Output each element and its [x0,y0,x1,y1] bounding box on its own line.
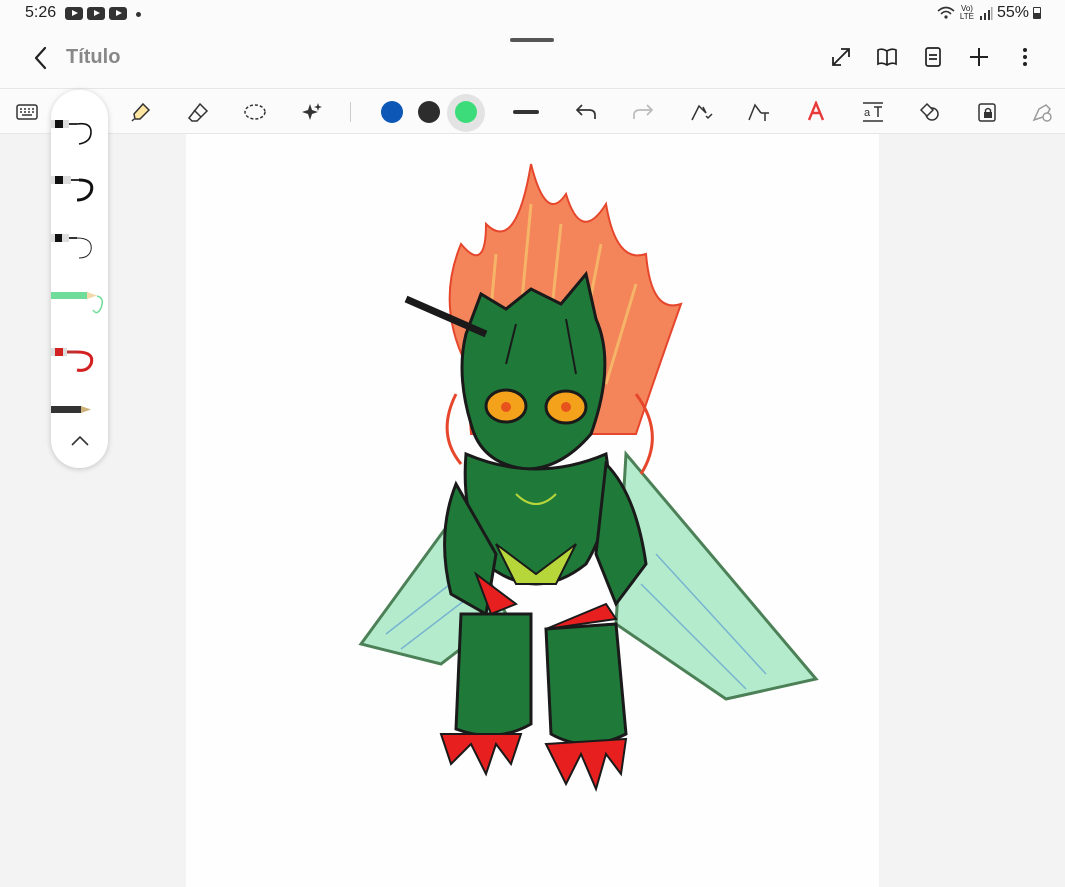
chevron-up-icon [71,436,89,446]
plus-icon [970,48,988,66]
more-vert-icon [1023,48,1027,66]
lasso-button[interactable] [238,95,272,129]
pen-pencil[interactable] [51,284,108,324]
fineliner-icon [51,234,92,259]
youtube-icon [65,7,83,20]
keyboard-icon [16,104,38,120]
brush-pen-icon [51,176,94,202]
color-swatch-green[interactable] [455,101,477,123]
youtube-icon [87,7,105,20]
wing-right [614,450,819,701]
pen-fountain[interactable] [51,114,108,154]
youtube-icon [109,7,127,20]
redo-button[interactable] [626,95,660,129]
pen-fineliner[interactable] [51,228,108,268]
more-button[interactable] [1009,40,1041,74]
highlighter-icon [131,102,151,122]
shape-assist-button[interactable] [685,95,719,129]
drag-handle[interactable] [510,38,554,42]
signal-icon [979,6,993,20]
book-view-icon [877,48,897,66]
text-box-button[interactable]: a [856,95,890,129]
header-actions [825,40,1041,74]
lock-icon [978,103,996,122]
back-button[interactable] [26,42,54,74]
shapes-icon [919,102,939,121]
text-color-button[interactable] [799,95,833,129]
color-swatch-blue[interactable] [381,101,403,123]
leg-right [544,622,628,792]
battery-percent: 55% [996,4,1029,21]
pen-marker[interactable] [51,342,108,382]
notification-dot-icon [136,12,141,17]
add-button[interactable] [963,40,995,74]
status-bar: 5:26 Vo) LTE 55% [0,0,1065,28]
wifi-icon [937,6,955,19]
note-title[interactable]: Título [66,46,120,69]
shape-assist-icon [691,104,713,121]
svg-text:a: a [864,107,871,119]
book-view-button[interactable] [871,40,903,74]
ai-assist-button[interactable] [295,95,329,129]
page-button[interactable] [917,40,949,74]
status-time: 5:26 [25,4,57,21]
stroke-width-button[interactable] [509,95,543,129]
pen-brush[interactable] [51,170,108,210]
stroke-width-icon [513,110,539,114]
shapes-button[interactable] [913,95,947,129]
app-header: Título [0,28,1065,88]
undo-button[interactable] [569,95,603,129]
marker-icon [51,348,94,372]
eraser-button[interactable] [181,95,215,129]
canvas-page[interactable] [186,134,879,887]
redo-icon [633,104,654,119]
toolbar-separator [350,102,351,122]
keyboard-button[interactable] [10,95,44,129]
highlighter-button[interactable] [124,95,158,129]
color-swatch-black[interactable] [418,101,440,123]
text-shape-button[interactable] [742,95,776,129]
battery-icon [1033,7,1041,19]
fountain-pen-icon [51,120,92,145]
text-shape-icon [748,103,769,121]
status-right: Vo) LTE 55% [937,4,1041,22]
network-label: Vo) LTE [959,4,974,21]
pen-settings-icon [1032,104,1052,122]
lasso-icon [244,104,266,120]
back-arrow-icon [34,46,47,70]
expand-button[interactable] [825,40,857,74]
collapse-pen-panel-button[interactable] [65,428,95,454]
text-box-icon: a [863,102,883,122]
page-icon [925,47,941,67]
drawing-toolbar: a [0,88,1065,134]
text-color-icon [807,101,825,121]
drawing-artwork [358,163,819,792]
undo-icon [575,104,596,119]
pen-settings-button[interactable] [1025,95,1059,129]
pen-picker-panel [51,90,108,468]
eraser-icon [187,102,209,122]
ai-sparkle-icon [302,103,322,120]
lock-button[interactable] [970,95,1004,129]
pencil-icon [51,292,104,314]
expand-icon [832,48,850,66]
